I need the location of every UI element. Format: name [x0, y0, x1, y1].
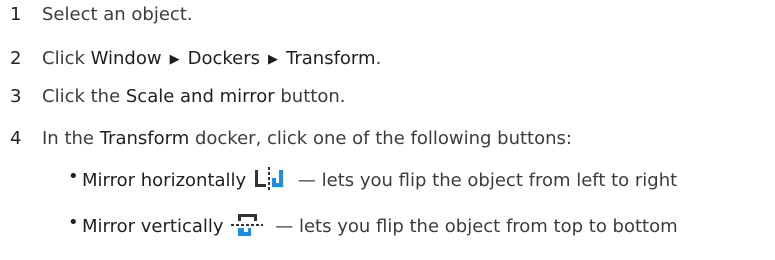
- step-text-part: Click the: [42, 86, 126, 107]
- mirror-horizontally-label: Mirror horizontally: [82, 170, 247, 191]
- menu-transform: Transform: [286, 48, 376, 69]
- bullet-text: Mirror horizontally — lets you flip the …: [82, 166, 677, 196]
- bullet-dot: •: [68, 212, 79, 233]
- menu-arrow-icon: ▶: [169, 52, 180, 67]
- step-number: 3: [10, 86, 22, 107]
- menu-window: Window: [90, 48, 162, 69]
- step-number: 2: [10, 48, 22, 69]
- mirror-vertical-icon: [230, 212, 264, 238]
- bullet-text: Mirror vertically — lets you flip the ob…: [82, 212, 678, 242]
- step-text-part: docker, click one of the following butto…: [189, 128, 572, 149]
- menu-arrow-icon: ▶: [268, 52, 279, 67]
- step-text-part: .: [375, 48, 382, 69]
- mirror-horizontal-icon: [252, 166, 286, 192]
- step-text: Select an object.: [42, 2, 193, 28]
- mirror-horizontally-description: — lets you flip the object from left to …: [292, 170, 678, 191]
- step-text-part: Click: [42, 48, 91, 69]
- step-text: Click the Scale and mirror button.: [42, 84, 345, 110]
- step-text: Click Window ▶ Dockers ▶ Transform.: [42, 46, 381, 73]
- step-text: In the Transform docker, click one of th…: [42, 126, 572, 152]
- mirror-vertically-description: — lets you flip the object from top to b…: [269, 216, 678, 237]
- step-text-part: button.: [274, 86, 346, 107]
- step-number: 1: [10, 4, 22, 25]
- menu-dockers: Dockers: [187, 48, 261, 69]
- step-number: 4: [10, 128, 22, 149]
- bullet-dot: •: [68, 166, 79, 187]
- mirror-vertically-label: Mirror vertically: [82, 216, 224, 237]
- transform-docker-label: Transform: [99, 128, 190, 149]
- step-text-part: Select an object.: [42, 4, 193, 25]
- scale-and-mirror-label: Scale and mirror: [125, 86, 275, 107]
- step-text-part: In the: [42, 128, 100, 149]
